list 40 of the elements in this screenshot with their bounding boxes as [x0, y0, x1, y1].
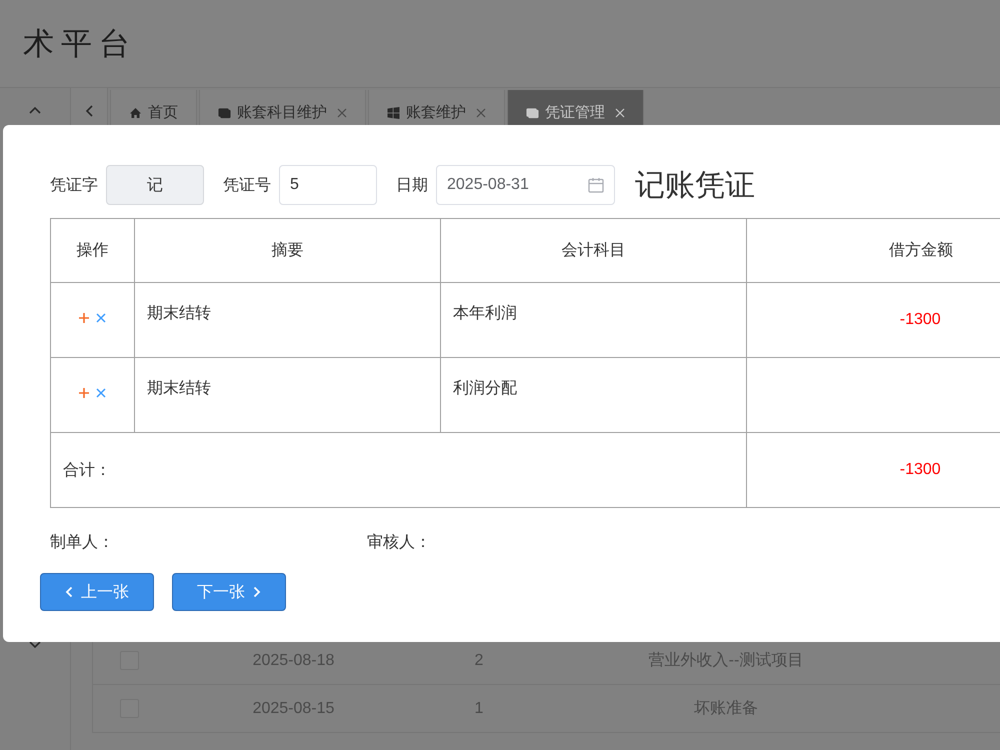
- chevron-right-icon: [253, 586, 261, 598]
- signature-label: 审核人：: [367, 532, 432, 553]
- chevron-left-icon: [85, 105, 93, 117]
- nav-button[interactable]: 上一张: [40, 573, 154, 611]
- app-title: 术平台: [23, 24, 137, 62]
- field-label: 凭证号: [223, 176, 271, 196]
- tab[interactable]: 首页: [110, 90, 197, 128]
- column-header: 操作: [50, 218, 134, 282]
- field-label: 凭证字: [50, 176, 98, 196]
- chevron-down-icon[interactable]: [29, 641, 41, 649]
- tab[interactable]: 账套科目维护: [199, 90, 366, 128]
- window-icon: [218, 106, 231, 118]
- calendar-icon[interactable]: [588, 177, 604, 193]
- column-header: 会计科目: [440, 218, 746, 282]
- table-cell: 本年利润: [440, 282, 746, 358]
- table-cell: 合计：: [50, 432, 746, 508]
- grid-icon: [387, 106, 400, 118]
- table-cell: 期末结转: [134, 282, 440, 358]
- delete-icon[interactable]: [95, 312, 107, 324]
- column-header: 借方金额: [746, 218, 1000, 282]
- add-icon[interactable]: [78, 387, 90, 399]
- close-icon[interactable]: [476, 108, 486, 118]
- table-cell: 利润分配: [440, 358, 746, 432]
- tab[interactable]: 账套维护: [368, 90, 505, 128]
- field-label: 日期: [396, 176, 428, 196]
- delete-icon[interactable]: [95, 387, 107, 399]
- tab[interactable]: 凭证管理: [507, 90, 644, 128]
- dialog-title: 记账凭证: [635, 168, 755, 204]
- window-icon: [526, 106, 539, 118]
- date-field[interactable]: 2025-08-31: [436, 165, 615, 205]
- column-header: 摘要: [134, 218, 440, 282]
- nav-button[interactable]: 下一张: [172, 573, 286, 611]
- input-field[interactable]: 5: [279, 165, 377, 205]
- home-icon: [129, 106, 142, 118]
- table-cell: 期末结转: [134, 358, 440, 432]
- add-icon[interactable]: [78, 312, 90, 324]
- chevron-left-icon: [65, 586, 73, 598]
- close-icon[interactable]: [337, 108, 347, 118]
- signature-label: 制单人：: [50, 532, 115, 553]
- chevron-up-icon[interactable]: [29, 106, 41, 114]
